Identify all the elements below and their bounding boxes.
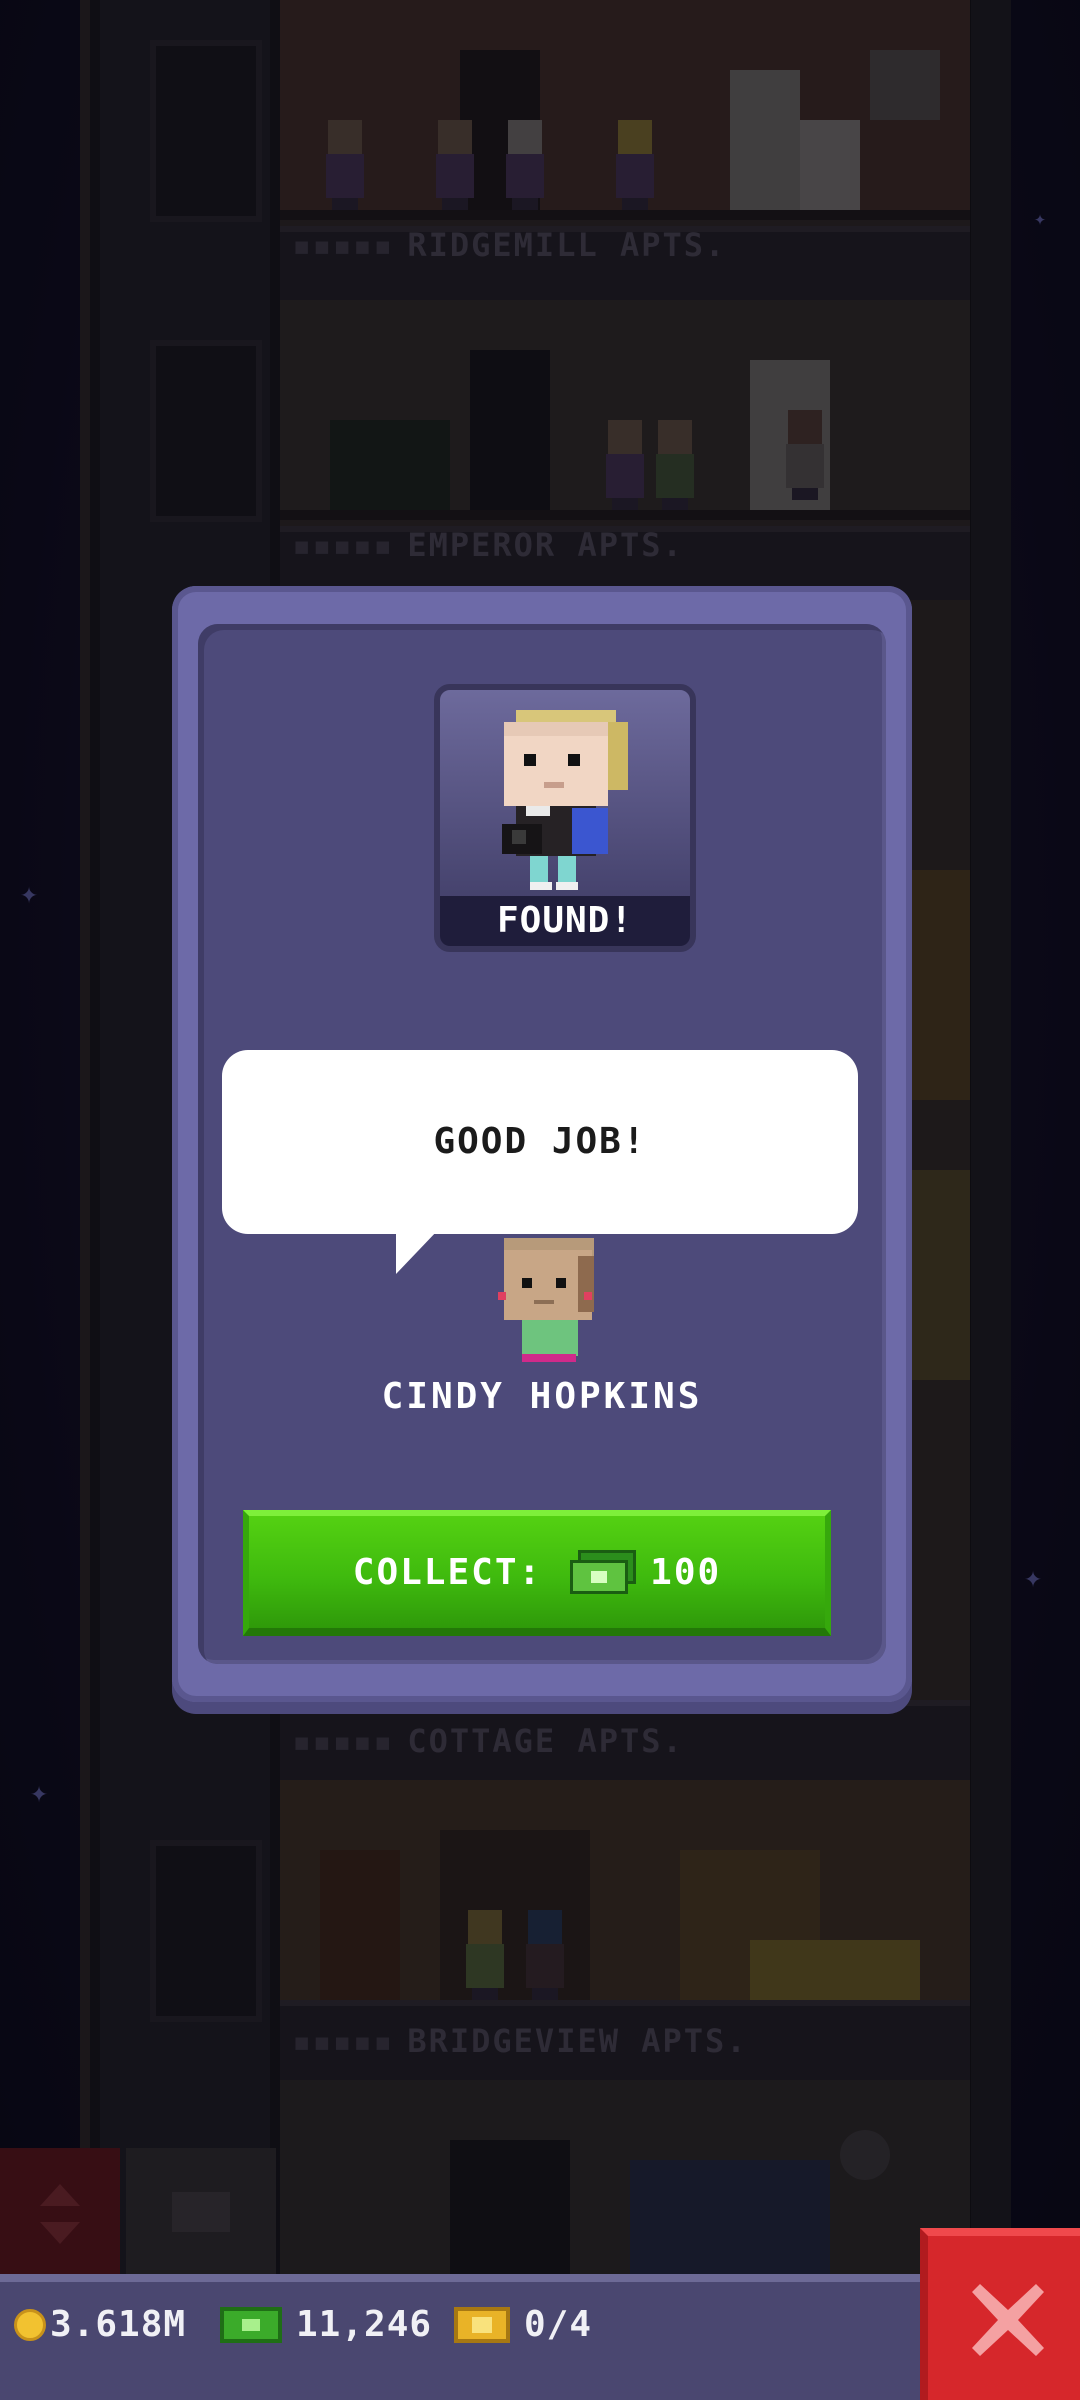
speaker-avatar <box>498 1236 598 1366</box>
tickets-stat[interactable]: 0/4 <box>454 2304 592 2345</box>
collect-button[interactable]: COLLECT: 100 <box>243 1510 831 1636</box>
speech-bubble-tail <box>396 1230 438 1274</box>
bux-icon <box>220 2306 282 2343</box>
status-bar: 3.618M 11,246 0/4 <box>0 2274 1080 2400</box>
dialog-panel: FOUND! GOOD JOB! CINDY HOPKINS COLLECT: … <box>198 624 886 1664</box>
bux-stat[interactable]: 11,246 <box>220 2304 432 2345</box>
collect-amount: 100 <box>650 1551 722 1593</box>
coin-icon <box>14 2308 46 2341</box>
close-button[interactable] <box>920 2228 1080 2400</box>
bux-icon <box>570 1550 637 1594</box>
bux-value: 11,246 <box>296 2304 433 2345</box>
found-dialog: FOUND! GOOD JOB! CINDY HOPKINS COLLECT: … <box>172 586 912 1702</box>
found-character-avatar <box>502 710 628 890</box>
speech-bubble: GOOD JOB! <box>222 1050 858 1234</box>
coins-stat[interactable]: 3.618M <box>14 2304 186 2345</box>
ticket-icon <box>454 2306 510 2343</box>
found-portrait: FOUND! <box>434 684 696 952</box>
close-icon <box>972 2284 1044 2356</box>
collect-label: COLLECT: <box>352 1551 543 1593</box>
found-label: FOUND! <box>440 896 690 946</box>
speech-text: GOOD JOB! <box>433 1121 647 1162</box>
coins-value: 3.618M <box>50 2304 187 2345</box>
speaker-name: CINDY HOPKINS <box>381 1376 703 1417</box>
tickets-value: 0/4 <box>524 2304 593 2345</box>
game-screen: ✦ ✦ ✦ ✦ ▪▪▪▪▪RIDGEMILL APTS. 44 ▪▪▪▪▪EMP… <box>0 0 1080 2400</box>
